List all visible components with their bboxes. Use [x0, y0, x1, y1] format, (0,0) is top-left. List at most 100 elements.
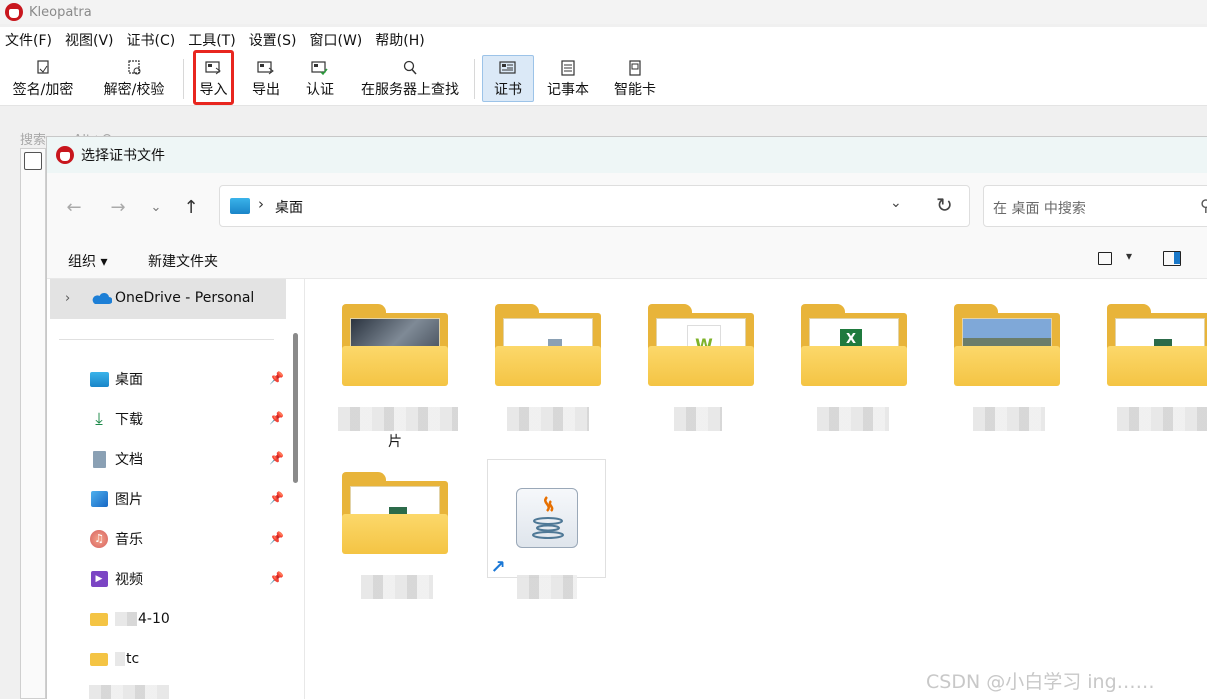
menu-settings[interactable]: 设置(S) [244, 30, 305, 50]
blurred-filename [674, 407, 722, 431]
file-dialog: 选择证书文件 ← → ⌄ ↑ › 桌面 ⌄ ↻ 在 桌面 中搜索 ⚲ 组织 ▾ … [46, 136, 1207, 699]
sidebar-item-label: OneDrive - Personal [115, 290, 255, 306]
lookup-server-button[interactable]: 在服务器上查找 [355, 56, 465, 103]
sign-encrypt-icon [34, 59, 52, 77]
certify-button[interactable]: 认证 [301, 56, 339, 103]
organize-button[interactable]: 组织 ▾ [68, 251, 107, 271]
folder-front [1107, 346, 1207, 386]
refresh-icon[interactable]: ↻ [936, 193, 953, 217]
decrypt-verify-icon [125, 59, 143, 77]
forward-arrow-icon[interactable]: → [106, 195, 130, 219]
folder-item[interactable] [342, 304, 448, 388]
sidebar-item-label: tc [126, 651, 140, 667]
export-icon [257, 59, 275, 77]
sidebar-item-videos[interactable]: ▶ 视频 📌 [89, 566, 289, 592]
blurred-filename [817, 407, 889, 431]
java-shortcut-item[interactable]: ↗ [487, 459, 606, 578]
folder-front [342, 346, 448, 386]
kleopatra-logo-icon [5, 3, 23, 21]
chevron-right-icon[interactable]: › [258, 195, 264, 213]
decrypt-verify-button[interactable]: 解密/校验 [98, 56, 170, 103]
folder-front [495, 346, 601, 386]
pin-icon[interactable]: 📌 [269, 531, 284, 545]
folder-front [954, 346, 1060, 386]
blurred-filename [338, 407, 458, 431]
blurred-filename [517, 575, 577, 599]
sidebar-item-pictures[interactable]: 图片 📌 [89, 486, 289, 512]
blurred-filename [1117, 407, 1207, 431]
pin-icon[interactable]: 📌 [269, 451, 284, 465]
folder-item[interactable]: X [801, 304, 907, 388]
menu-file[interactable]: 文件(F) [0, 30, 60, 50]
folder-item[interactable] [342, 472, 448, 556]
address-location[interactable]: 桌面 [275, 197, 303, 217]
sidebar-item-label: 音乐 [115, 532, 143, 548]
back-arrow-icon[interactable]: ← [62, 195, 86, 219]
dialog-titlebar: 选择证书文件 [47, 137, 1207, 173]
export-button[interactable]: 导出 [247, 56, 285, 103]
up-arrow-icon[interactable]: ↑ [179, 195, 203, 219]
sidebar-item-folder-tc[interactable]: tc [89, 646, 289, 672]
sidebar-item-label: 图片 [115, 492, 143, 508]
chevron-down-icon[interactable]: ⌄ [144, 195, 168, 219]
document-icon [89, 449, 109, 469]
folder-item[interactable] [954, 304, 1060, 388]
preview-pane-icon[interactable] [1163, 251, 1181, 266]
tab-icon[interactable] [24, 152, 42, 170]
certify-label: 认证 [306, 82, 334, 98]
pin-icon[interactable]: 📌 [269, 371, 284, 385]
toolbar-separator [183, 59, 184, 99]
blurred-filename [973, 407, 1045, 431]
pin-icon[interactable]: 📌 [269, 491, 284, 505]
sidebar-item-music[interactable]: ♫ 音乐 📌 [89, 526, 289, 552]
address-dropdown-icon[interactable]: ⌄ [890, 195, 902, 211]
certificates-button[interactable]: 证书 [482, 55, 534, 102]
sidebar-item-documents[interactable]: 文档 📌 [89, 446, 289, 472]
blurred-filename [361, 575, 433, 599]
sidebar-item-folder-4-10[interactable]: 4-10 [89, 606, 289, 632]
smartcard-icon [626, 59, 644, 77]
address-bar[interactable]: › 桌面 ⌄ ↻ [219, 185, 970, 227]
menu-view[interactable]: 视图(V) [60, 30, 122, 50]
dialog-title: 选择证书文件 [81, 148, 165, 164]
background-tab-strip [20, 148, 46, 699]
app-titlebar: Kleopatra [0, 0, 1207, 24]
kleopatra-logo-icon [56, 146, 74, 164]
pin-icon[interactable]: 📌 [269, 411, 284, 425]
chevron-right-icon[interactable]: › [65, 291, 70, 306]
music-icon: ♫ [89, 529, 109, 549]
folder-icon [89, 609, 109, 629]
sidebar-item-desktop[interactable]: 桌面 📌 [89, 366, 289, 392]
menu-certificates[interactable]: 证书(C) [122, 30, 184, 50]
sidebar-item-onedrive[interactable]: › OneDrive - Personal [50, 279, 286, 319]
smartcards-button[interactable]: 智能卡 [610, 56, 660, 103]
decrypt-verify-label: 解密/校验 [103, 82, 165, 98]
new-folder-button[interactable]: 新建文件夹 [148, 251, 218, 271]
certify-icon [311, 59, 329, 77]
notepad-button[interactable]: 记事本 [543, 56, 593, 103]
folder-item[interactable] [495, 304, 601, 388]
sidebar-item-label: 文档 [115, 452, 143, 468]
folder-item[interactable] [1107, 304, 1207, 388]
notepad-label: 记事本 [547, 82, 589, 98]
sign-encrypt-button[interactable]: 签名/加密 [8, 56, 78, 103]
search-icon[interactable]: ⚲ [1200, 196, 1207, 215]
view-dropdown-icon[interactable]: ▾ [1126, 249, 1132, 263]
menu-tools[interactable]: 工具(T) [183, 30, 243, 50]
sidebar-item-label: 下载 [115, 412, 143, 428]
folder-item[interactable]: W [648, 304, 754, 388]
sidebar-item-downloads[interactable]: ⤓ 下载 📌 [89, 406, 289, 432]
download-icon: ⤓ [95, 409, 103, 429]
main-toolbar: 签名/加密 解密/校验 导入 导出 认证 在服务器上查找 证书 记事本 智能卡 [0, 50, 1207, 106]
menu-window[interactable]: 窗口(W) [305, 30, 371, 50]
view-mode-icon[interactable] [1098, 252, 1112, 265]
menu-help[interactable]: 帮助(H) [370, 30, 432, 50]
dialog-search-input[interactable]: 在 桌面 中搜索 ⚲ [983, 185, 1207, 227]
dialog-navbar: ← → ⌄ ↑ › 桌面 ⌄ ↻ 在 桌面 中搜索 ⚲ [47, 173, 1207, 239]
sidebar-item-label: 4-10 [138, 611, 170, 627]
navigation-pane: › OneDrive - Personal 桌面 📌 ⤓ 下载 📌 文档 📌 图… [47, 279, 305, 699]
export-label: 导出 [252, 82, 280, 98]
scrollbar-thumb[interactable] [293, 333, 298, 483]
csdn-watermark: CSDN @小白学习 ing…… [926, 671, 1155, 693]
pin-icon[interactable]: 📌 [269, 571, 284, 585]
